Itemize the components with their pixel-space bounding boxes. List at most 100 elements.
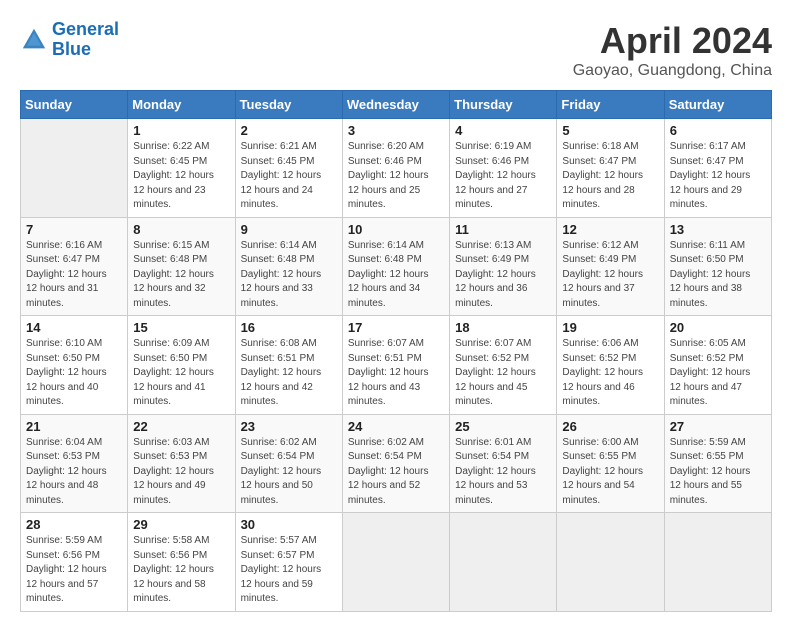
weekday-header: Monday xyxy=(128,91,235,119)
day-number: 13 xyxy=(670,222,766,237)
day-number: 24 xyxy=(348,419,444,434)
calendar-cell: 13 Sunrise: 6:11 AM Sunset: 6:50 PM Dayl… xyxy=(664,217,771,316)
day-info: Sunrise: 6:21 AM Sunset: 6:45 PM Dayligh… xyxy=(241,140,337,213)
day-number: 23 xyxy=(241,419,337,434)
calendar-cell: 19 Sunrise: 6:06 AM Sunset: 6:52 PM Dayl… xyxy=(557,316,664,415)
day-number: 6 xyxy=(670,123,766,138)
day-info: Sunrise: 6:00 AM Sunset: 6:55 PM Dayligh… xyxy=(562,436,658,509)
calendar-cell: 7 Sunrise: 6:16 AM Sunset: 6:47 PM Dayli… xyxy=(21,217,128,316)
day-number: 3 xyxy=(348,123,444,138)
day-number: 17 xyxy=(348,320,444,335)
day-number: 16 xyxy=(241,320,337,335)
day-number: 1 xyxy=(133,123,229,138)
day-info: Sunrise: 6:19 AM Sunset: 6:46 PM Dayligh… xyxy=(455,140,551,213)
logo-icon xyxy=(20,26,48,54)
day-number: 19 xyxy=(562,320,658,335)
day-info: Sunrise: 6:09 AM Sunset: 6:50 PM Dayligh… xyxy=(133,337,229,410)
calendar-cell: 14 Sunrise: 6:10 AM Sunset: 6:50 PM Dayl… xyxy=(21,316,128,415)
day-number: 27 xyxy=(670,419,766,434)
day-number: 18 xyxy=(455,320,551,335)
calendar-cell: 21 Sunrise: 6:04 AM Sunset: 6:53 PM Dayl… xyxy=(21,414,128,513)
day-info: Sunrise: 6:02 AM Sunset: 6:54 PM Dayligh… xyxy=(241,436,337,509)
day-info: Sunrise: 6:01 AM Sunset: 6:54 PM Dayligh… xyxy=(455,436,551,509)
day-info: Sunrise: 6:15 AM Sunset: 6:48 PM Dayligh… xyxy=(133,239,229,312)
calendar-cell: 6 Sunrise: 6:17 AM Sunset: 6:47 PM Dayli… xyxy=(664,119,771,218)
day-info: Sunrise: 6:04 AM Sunset: 6:53 PM Dayligh… xyxy=(26,436,122,509)
calendar-cell: 1 Sunrise: 6:22 AM Sunset: 6:45 PM Dayli… xyxy=(128,119,235,218)
day-info: Sunrise: 6:03 AM Sunset: 6:53 PM Dayligh… xyxy=(133,436,229,509)
day-number: 14 xyxy=(26,320,122,335)
calendar-week: 21 Sunrise: 6:04 AM Sunset: 6:53 PM Dayl… xyxy=(21,414,772,513)
day-info: Sunrise: 6:16 AM Sunset: 6:47 PM Dayligh… xyxy=(26,239,122,312)
calendar-cell: 15 Sunrise: 6:09 AM Sunset: 6:50 PM Dayl… xyxy=(128,316,235,415)
calendar-cell: 12 Sunrise: 6:12 AM Sunset: 6:49 PM Dayl… xyxy=(557,217,664,316)
day-number: 8 xyxy=(133,222,229,237)
calendar-cell: 28 Sunrise: 5:59 AM Sunset: 6:56 PM Dayl… xyxy=(21,513,128,612)
weekday-header: Wednesday xyxy=(342,91,449,119)
day-number: 26 xyxy=(562,419,658,434)
day-info: Sunrise: 6:14 AM Sunset: 6:48 PM Dayligh… xyxy=(348,239,444,312)
day-info: Sunrise: 6:18 AM Sunset: 6:47 PM Dayligh… xyxy=(562,140,658,213)
calendar-week: 1 Sunrise: 6:22 AM Sunset: 6:45 PM Dayli… xyxy=(21,119,772,218)
day-info: Sunrise: 6:06 AM Sunset: 6:52 PM Dayligh… xyxy=(562,337,658,410)
calendar-cell: 26 Sunrise: 6:00 AM Sunset: 6:55 PM Dayl… xyxy=(557,414,664,513)
calendar-cell: 27 Sunrise: 5:59 AM Sunset: 6:55 PM Dayl… xyxy=(664,414,771,513)
day-info: Sunrise: 5:59 AM Sunset: 6:56 PM Dayligh… xyxy=(26,534,122,607)
day-info: Sunrise: 6:22 AM Sunset: 6:45 PM Dayligh… xyxy=(133,140,229,213)
calendar-cell: 9 Sunrise: 6:14 AM Sunset: 6:48 PM Dayli… xyxy=(235,217,342,316)
day-info: Sunrise: 5:58 AM Sunset: 6:56 PM Dayligh… xyxy=(133,534,229,607)
day-number: 25 xyxy=(455,419,551,434)
day-info: Sunrise: 6:07 AM Sunset: 6:51 PM Dayligh… xyxy=(348,337,444,410)
calendar-cell xyxy=(21,119,128,218)
day-info: Sunrise: 6:20 AM Sunset: 6:46 PM Dayligh… xyxy=(348,140,444,213)
calendar-cell: 2 Sunrise: 6:21 AM Sunset: 6:45 PM Dayli… xyxy=(235,119,342,218)
month-title: April 2024 xyxy=(573,20,772,62)
day-info: Sunrise: 6:17 AM Sunset: 6:47 PM Dayligh… xyxy=(670,140,766,213)
day-number: 10 xyxy=(348,222,444,237)
logo-text: General Blue xyxy=(52,20,119,60)
weekday-header: Sunday xyxy=(21,91,128,119)
day-number: 15 xyxy=(133,320,229,335)
calendar-cell: 29 Sunrise: 5:58 AM Sunset: 6:56 PM Dayl… xyxy=(128,513,235,612)
day-info: Sunrise: 6:10 AM Sunset: 6:50 PM Dayligh… xyxy=(26,337,122,410)
day-number: 11 xyxy=(455,222,551,237)
calendar-table: SundayMondayTuesdayWednesdayThursdayFrid… xyxy=(20,90,772,612)
calendar-cell: 22 Sunrise: 6:03 AM Sunset: 6:53 PM Dayl… xyxy=(128,414,235,513)
calendar-cell xyxy=(450,513,557,612)
day-info: Sunrise: 5:59 AM Sunset: 6:55 PM Dayligh… xyxy=(670,436,766,509)
day-number: 22 xyxy=(133,419,229,434)
weekday-header: Saturday xyxy=(664,91,771,119)
calendar-cell xyxy=(342,513,449,612)
day-info: Sunrise: 6:12 AM Sunset: 6:49 PM Dayligh… xyxy=(562,239,658,312)
day-number: 4 xyxy=(455,123,551,138)
calendar-cell: 4 Sunrise: 6:19 AM Sunset: 6:46 PM Dayli… xyxy=(450,119,557,218)
calendar-cell: 17 Sunrise: 6:07 AM Sunset: 6:51 PM Dayl… xyxy=(342,316,449,415)
logo: General Blue xyxy=(20,20,119,60)
calendar-cell: 23 Sunrise: 6:02 AM Sunset: 6:54 PM Dayl… xyxy=(235,414,342,513)
day-number: 9 xyxy=(241,222,337,237)
calendar-cell: 20 Sunrise: 6:05 AM Sunset: 6:52 PM Dayl… xyxy=(664,316,771,415)
day-number: 2 xyxy=(241,123,337,138)
day-info: Sunrise: 5:57 AM Sunset: 6:57 PM Dayligh… xyxy=(241,534,337,607)
day-info: Sunrise: 6:02 AM Sunset: 6:54 PM Dayligh… xyxy=(348,436,444,509)
day-number: 5 xyxy=(562,123,658,138)
calendar-week: 14 Sunrise: 6:10 AM Sunset: 6:50 PM Dayl… xyxy=(21,316,772,415)
day-info: Sunrise: 6:13 AM Sunset: 6:49 PM Dayligh… xyxy=(455,239,551,312)
day-number: 28 xyxy=(26,517,122,532)
weekday-header: Thursday xyxy=(450,91,557,119)
weekday-header: Friday xyxy=(557,91,664,119)
day-number: 20 xyxy=(670,320,766,335)
calendar-cell: 10 Sunrise: 6:14 AM Sunset: 6:48 PM Dayl… xyxy=(342,217,449,316)
day-number: 21 xyxy=(26,419,122,434)
calendar-cell: 5 Sunrise: 6:18 AM Sunset: 6:47 PM Dayli… xyxy=(557,119,664,218)
title-block: April 2024 Gaoyao, Guangdong, China xyxy=(573,20,772,80)
day-number: 7 xyxy=(26,222,122,237)
calendar-cell: 30 Sunrise: 5:57 AM Sunset: 6:57 PM Dayl… xyxy=(235,513,342,612)
day-number: 29 xyxy=(133,517,229,532)
calendar-week: 7 Sunrise: 6:16 AM Sunset: 6:47 PM Dayli… xyxy=(21,217,772,316)
calendar-cell: 24 Sunrise: 6:02 AM Sunset: 6:54 PM Dayl… xyxy=(342,414,449,513)
calendar-cell: 25 Sunrise: 6:01 AM Sunset: 6:54 PM Dayl… xyxy=(450,414,557,513)
calendar-cell xyxy=(664,513,771,612)
calendar-cell: 3 Sunrise: 6:20 AM Sunset: 6:46 PM Dayli… xyxy=(342,119,449,218)
day-info: Sunrise: 6:14 AM Sunset: 6:48 PM Dayligh… xyxy=(241,239,337,312)
